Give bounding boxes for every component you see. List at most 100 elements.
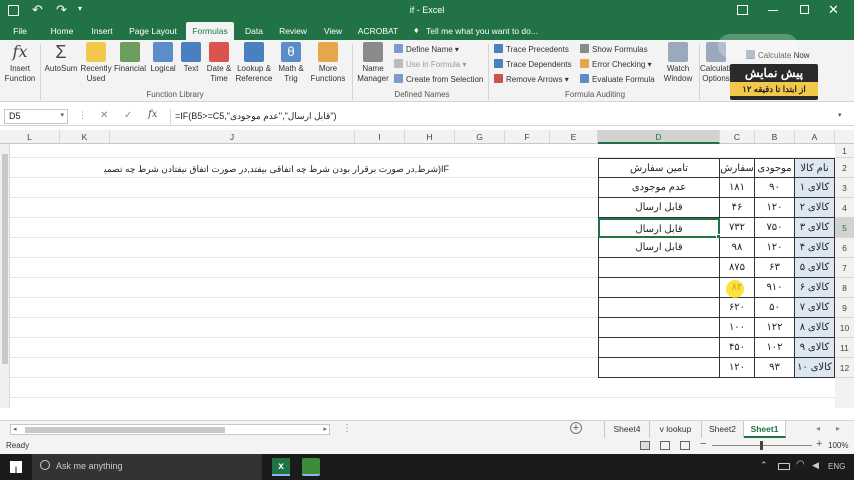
tab-view[interactable]: View — [316, 22, 350, 40]
more-functions-button[interactable]: More Functions — [309, 42, 347, 84]
math-trig-button[interactable]: θ Math & Trig — [274, 42, 308, 84]
cell-a9[interactable]: کالای ۷ — [795, 298, 835, 318]
sheet-tab-vlookup[interactable]: v lookup — [650, 421, 702, 438]
cell-d11[interactable] — [598, 338, 720, 358]
column-header-k[interactable]: K — [60, 130, 110, 144]
cell-b3[interactable]: ۹۰ — [755, 178, 795, 198]
formula-input[interactable]: =IF(B5>=C5,"قابل ارسال","عدم موجودی") — [170, 109, 832, 124]
note-text[interactable]: IF(شرط,در صورت برقرار بودن شرط چه اتفاقی… — [104, 164, 449, 175]
tab-file[interactable]: File — [6, 22, 34, 40]
cell-a5[interactable]: کالای ۳ — [795, 218, 835, 238]
cell-c6[interactable]: ۹۸ — [720, 238, 755, 258]
cell-d10[interactable] — [598, 318, 720, 338]
cell-d3[interactable]: عدم موجودی — [598, 178, 720, 198]
autosum-button[interactable]: Σ AutoSum — [43, 42, 79, 74]
tab-review[interactable]: Review — [274, 22, 312, 40]
cell-c9[interactable]: ۶۲۰ — [720, 298, 755, 318]
cell-b6[interactable]: ۱۲۰ — [755, 238, 795, 258]
tab-home[interactable]: Home — [42, 22, 82, 40]
close-icon[interactable]: ✕ — [828, 2, 839, 18]
taskbar-search-box[interactable]: Ask me anything — [32, 454, 262, 480]
horizontal-scroll-track[interactable]: ◂ ▸ — [10, 424, 330, 435]
row-header-2[interactable]: 2 — [835, 158, 854, 178]
expand-formula-icon[interactable]: ▾ — [838, 111, 842, 119]
text-button[interactable]: Text — [179, 42, 203, 74]
column-header-c[interactable]: C — [720, 130, 755, 144]
fx-icon[interactable]: fx — [148, 109, 157, 120]
cell-a3[interactable]: کالای ۱ — [795, 178, 835, 198]
zoom-in-icon[interactable]: + — [816, 438, 822, 450]
insert-function-button[interactable]: fx Insert Function — [3, 42, 37, 84]
cell-d5-selected[interactable]: قابل ارسال — [598, 218, 720, 238]
cell-c5[interactable]: ۷۳۲ — [720, 218, 755, 238]
scroll-sheets-left-icon[interactable]: ◂ — [816, 424, 820, 433]
define-name-button[interactable]: Define Name ▾ — [394, 42, 459, 57]
cell-c3[interactable]: ۱۸۱ — [720, 178, 755, 198]
name-manager-button[interactable]: Name Manager — [355, 42, 391, 84]
show-formulas-button[interactable]: Show Formulas — [580, 42, 648, 57]
cell-a8[interactable]: کالای ۶ — [795, 278, 835, 298]
cell-b8[interactable]: ۹۱۰ — [755, 278, 795, 298]
cell-c7[interactable]: ۸۷۵ — [720, 258, 755, 278]
sheet-tab-sheet2[interactable]: Sheet2 — [702, 421, 744, 438]
header-b[interactable]: موجودی — [755, 158, 795, 178]
vertical-scrollbar[interactable] — [0, 144, 10, 408]
cell-b10[interactable]: ۱۲۲ — [755, 318, 795, 338]
chevron-up-icon[interactable]: ⌃ — [760, 460, 768, 471]
financial-button[interactable]: Financial — [113, 42, 147, 74]
cell-b9[interactable]: ۵۰ — [755, 298, 795, 318]
use-in-formula-button[interactable]: Use in Formula ▾ — [394, 57, 467, 72]
create-from-selection-button[interactable]: Create from Selection — [394, 72, 483, 87]
enter-icon[interactable]: ✓ — [124, 110, 132, 121]
trace-dependents-button[interactable]: Trace Dependents — [494, 57, 572, 72]
cell-d4[interactable]: قابل ارسال — [598, 198, 720, 218]
evaluate-formula-button[interactable]: Evaluate Formula — [580, 72, 655, 87]
cell-d9[interactable] — [598, 298, 720, 318]
row-header-5[interactable]: 5 — [835, 218, 854, 238]
row-header-11[interactable]: 11 — [835, 338, 854, 358]
row-header-9[interactable]: 9 — [835, 298, 854, 318]
zoom-level[interactable]: 100% — [828, 441, 848, 450]
cancel-icon[interactable]: ✕ — [100, 110, 108, 121]
cell-b11[interactable]: ۱۰۲ — [755, 338, 795, 358]
column-header-e[interactable]: E — [550, 130, 598, 144]
cell-a7[interactable]: کالای ۵ — [795, 258, 835, 278]
excel-app-icon[interactable]: x — [272, 458, 290, 476]
row-header-3[interactable]: 3 — [835, 178, 854, 198]
cell-c10[interactable]: ۱۰۰ — [720, 318, 755, 338]
windows-start-icon[interactable] — [10, 461, 22, 473]
tell-me-box[interactable]: Tell me what you want to do... — [426, 22, 556, 40]
cell-a6[interactable]: کالای ۴ — [795, 238, 835, 258]
cell-b12[interactable]: ۹۳ — [755, 358, 795, 378]
trace-precedents-button[interactable]: Trace Precedents — [494, 42, 569, 57]
cell-d12[interactable] — [598, 358, 720, 378]
tab-formulas[interactable]: Formulas — [186, 22, 234, 40]
cell-d6[interactable]: قابل ارسال — [598, 238, 720, 258]
column-header-h[interactable]: H — [405, 130, 455, 144]
tab-data[interactable]: Data — [238, 22, 270, 40]
column-header-f[interactable]: F — [505, 130, 550, 144]
new-sheet-icon[interactable]: + — [570, 422, 582, 434]
column-header-i[interactable]: I — [355, 130, 405, 144]
logical-button[interactable]: Logical — [148, 42, 178, 74]
column-header-a[interactable]: A — [795, 130, 835, 144]
sheet-tab-sheet1[interactable]: Sheet1 — [744, 421, 786, 438]
ribbon-display-icon[interactable] — [737, 5, 748, 15]
minimize-icon[interactable] — [768, 10, 778, 11]
cell-b5[interactable]: ۷۵۰ — [755, 218, 795, 238]
cell-c12[interactable]: ۱۲۰ — [720, 358, 755, 378]
scroll-thumb[interactable] — [2, 154, 8, 364]
tab-page-layout[interactable]: Page Layout — [124, 22, 182, 40]
row-header-4[interactable]: 4 — [835, 198, 854, 218]
camtasia-app-icon[interactable] — [302, 458, 320, 476]
cell-a10[interactable]: کالای ۸ — [795, 318, 835, 338]
sheet-tab-sheet4[interactable]: Sheet4 — [604, 421, 650, 438]
cell-a11[interactable]: کالای ۹ — [795, 338, 835, 358]
row-header-7[interactable]: 7 — [835, 258, 854, 278]
column-header-d[interactable]: D — [598, 130, 720, 144]
page-break-view-icon[interactable] — [680, 441, 690, 450]
language-indicator[interactable]: ENG — [828, 462, 845, 471]
select-all-corner[interactable] — [835, 130, 854, 144]
row-header-1[interactable]: 1 — [835, 144, 854, 158]
row-header-6[interactable]: 6 — [835, 238, 854, 258]
